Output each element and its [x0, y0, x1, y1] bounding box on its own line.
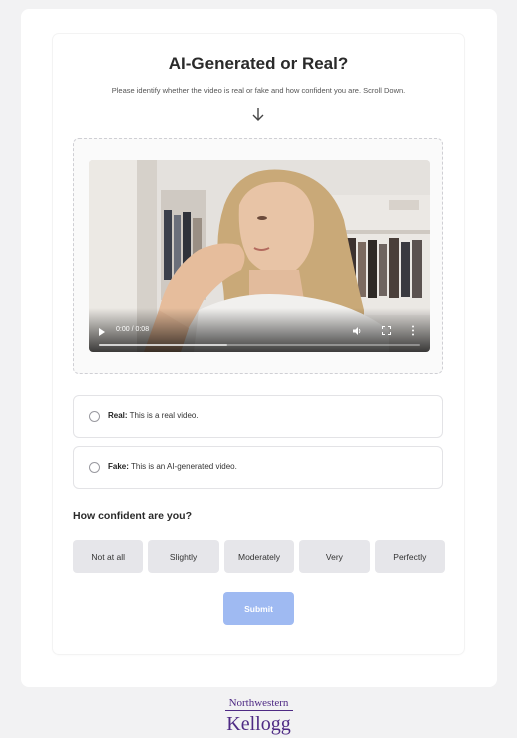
- video-player[interactable]: 0:00 / 0:08: [89, 160, 430, 352]
- confidence-not-at-all-button[interactable]: Not at all: [73, 540, 144, 573]
- video-buffer-bar: [99, 344, 228, 346]
- confidence-very-button[interactable]: Very: [299, 540, 370, 573]
- radio-fake[interactable]: [89, 462, 100, 473]
- page-title: AI-Generated or Real?: [168, 54, 349, 73]
- instruction-text: Please identify whether the video is rea…: [111, 86, 406, 95]
- confidence-slightly-button[interactable]: Slightly: [148, 540, 219, 573]
- option-fake-label: Fake:: [108, 462, 129, 471]
- option-real-text: Real: This is a real video.: [108, 411, 199, 420]
- confidence-question: How confident are you?: [73, 510, 193, 522]
- volume-icon[interactable]: [352, 326, 362, 336]
- confidence-perfectly-button[interactable]: Perfectly: [374, 540, 446, 573]
- option-real[interactable]: Real: This is a real video.: [73, 395, 443, 438]
- fullscreen-icon[interactable]: [382, 326, 391, 335]
- video-controls: 0:00 / 0:08: [89, 308, 430, 352]
- video-progress-bar[interactable]: [99, 344, 420, 346]
- confidence-scale: Not at all Slightly Moderately Very Perf…: [73, 540, 446, 573]
- option-real-description: This is a real video.: [129, 411, 199, 420]
- play-icon[interactable]: [99, 328, 105, 336]
- radio-real[interactable]: [89, 411, 100, 422]
- submit-button[interactable]: Submit: [223, 592, 294, 625]
- option-real-label: Real:: [108, 411, 128, 420]
- logo-northwestern: Northwestern: [228, 697, 289, 709]
- option-fake-description: This is an AI-generated video.: [130, 462, 237, 471]
- video-time: 0:00 / 0:08: [116, 326, 150, 333]
- kellogg-logo: Northwestern Kellogg: [0, 697, 517, 735]
- logo-kellogg: Kellogg: [226, 713, 291, 735]
- option-fake[interactable]: Fake: This is an AI-generated video.: [73, 446, 443, 489]
- option-fake-text: Fake: This is an AI-generated video.: [108, 462, 237, 471]
- logo-divider: [224, 710, 293, 711]
- confidence-moderately-button[interactable]: Moderately: [223, 540, 295, 573]
- more-options-icon[interactable]: [411, 325, 415, 336]
- arrow-down-icon: [252, 108, 264, 121]
